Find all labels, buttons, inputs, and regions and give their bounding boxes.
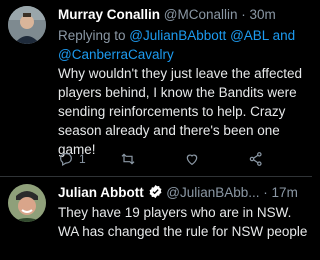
mention-julianbabbott[interactable]: @JulianBAbbott [129, 28, 226, 43]
tweet-header: Julian Abbott @JulianBAbb... · 17m [58, 184, 298, 200]
tweet-text: Why wouldn't they just leave the affecte… [58, 66, 302, 157]
separator-dot: · [237, 7, 250, 22]
reply-icon [60, 153, 72, 167]
share-button[interactable] [248, 150, 264, 168]
timestamp[interactable]: 17m [272, 185, 298, 200]
mention-and: and [268, 28, 296, 43]
tweet-actions: 1 [58, 150, 288, 168]
like-icon [186, 154, 198, 166]
reply-button[interactable]: 1 [58, 150, 86, 168]
author-name[interactable]: Julian Abbott [58, 185, 144, 200]
mention-abl[interactable]: @ABL [230, 28, 269, 43]
author-name[interactable]: Murray Conallin [58, 7, 160, 22]
tweet-text: They have 19 players who are in NSW. WA … [58, 205, 308, 239]
avatar[interactable] [8, 6, 46, 44]
author-handle[interactable]: @MConallin [164, 7, 238, 22]
retweet-button[interactable] [120, 150, 136, 168]
replying-to-label: Replying to [58, 28, 130, 43]
author-handle[interactable]: @JulianBAbb... [166, 185, 259, 200]
like-button[interactable] [184, 150, 200, 168]
verified-badge-icon [149, 184, 161, 199]
reply-count: 1 [79, 152, 86, 166]
replying-to: Replying to @JulianBAbbott @ABL and @Can… [58, 26, 308, 64]
tweet[interactable]: Murray Conallin @MConallin · 30m Replyin… [0, 0, 312, 176]
retweet-icon [121, 153, 135, 165]
avatar[interactable] [8, 184, 46, 222]
share-icon [249, 152, 262, 166]
tweet-header: Murray Conallin @MConallin · 30m [58, 7, 276, 22]
tweet-divider [0, 176, 312, 177]
mention-canberracavalry[interactable]: @CanberraCavalry [58, 47, 174, 62]
timestamp[interactable]: 30m [250, 7, 276, 22]
separator-dot: · [259, 185, 272, 200]
